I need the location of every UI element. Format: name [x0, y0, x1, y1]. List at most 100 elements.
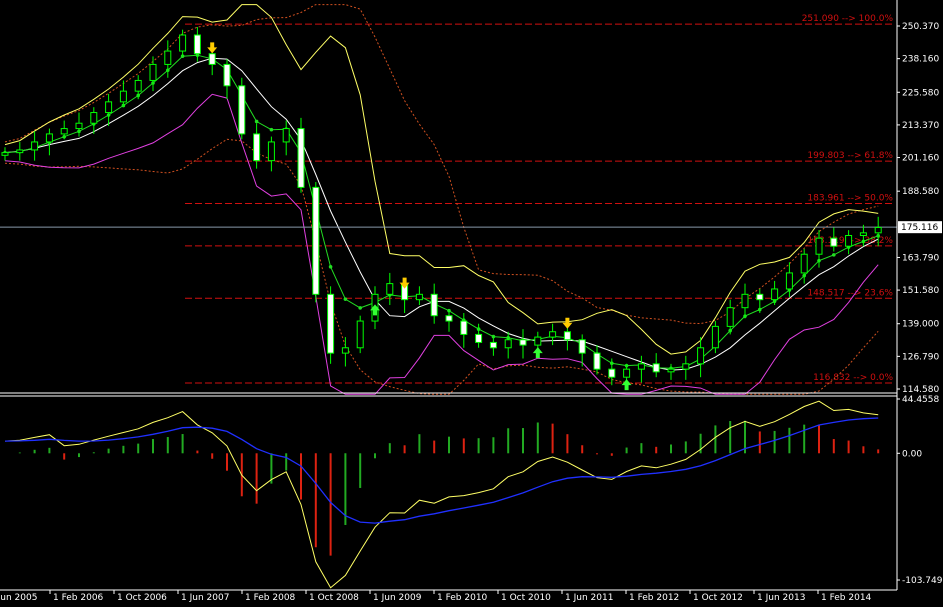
- price-tick-label: 238.160: [902, 55, 939, 65]
- candle-body: [697, 347, 705, 365]
- candle-body: [119, 90, 127, 103]
- price-tick-label: 151.580: [902, 286, 939, 296]
- candle-body: [608, 368, 616, 378]
- candle-body: [578, 339, 586, 354]
- sell-arrow-icon: [562, 317, 573, 329]
- bollinger-lower: [4, 93, 879, 395]
- candle-body: [756, 293, 764, 301]
- candle-body: [164, 50, 172, 65]
- candle-body: [711, 325, 719, 349]
- buy-arrow-icon: [532, 347, 543, 359]
- price-tick-label: 250.370: [902, 22, 939, 32]
- buy-arrow-icon: [621, 379, 632, 391]
- oscillator-panel: [4, 400, 880, 589]
- candle-body: [105, 101, 113, 114]
- candle-body: [845, 235, 853, 247]
- candle-body: [475, 333, 483, 343]
- time-tick-label: 1 Oct 2010: [501, 593, 551, 603]
- candle-body: [637, 363, 645, 370]
- candle-body: [179, 34, 187, 52]
- candle-body: [341, 347, 349, 354]
- time-tick-label: 1 Jun 2011: [565, 593, 613, 603]
- price-tick-label: 188.580: [902, 187, 939, 197]
- price-tick-label: 225.580: [902, 88, 939, 98]
- time-tick-label: 1 Feb 2010: [437, 593, 488, 603]
- candle-body: [282, 128, 290, 143]
- time-tick-label: 1 Jun 2005: [0, 593, 37, 603]
- candle-body: [623, 368, 631, 378]
- time-tick-label: 1 Feb 2006: [53, 593, 104, 603]
- candle-body: [75, 122, 83, 130]
- envelope-lower: [4, 138, 879, 395]
- time-tick-label: 1 Feb 2008: [245, 593, 296, 603]
- candle-body: [60, 128, 68, 135]
- candle-body: [726, 307, 734, 327]
- candle-body: [741, 293, 749, 309]
- candle-body: [1, 152, 9, 156]
- moving-average: [4, 57, 879, 371]
- candle-body: [682, 363, 690, 370]
- price-chart[interactable]: 251.090 --> 100.0% 199.803 --> 61.8% 183.9…: [0, 0, 943, 607]
- candle-body: [149, 63, 157, 81]
- candle-body: [489, 341, 497, 349]
- candle-body: [830, 237, 838, 247]
- candle-body: [534, 336, 542, 346]
- time-tick-label: 1 Jun 2007: [181, 593, 229, 603]
- fast-ma-line: [4, 54, 879, 369]
- time-tick-label: 1 Oct 2006: [117, 593, 167, 603]
- chart-window[interactable]: 251.090 --> 100.0% 199.803 --> 61.8% 183.9…: [0, 0, 943, 607]
- time-tick-label: 1 Jun 2009: [373, 593, 422, 603]
- sell-arrow-icon: [207, 42, 218, 54]
- candle-body: [504, 339, 512, 349]
- candle-body: [785, 272, 793, 290]
- time-tick-label: 1 Feb 2012: [629, 593, 679, 603]
- fast-ma-dot: [328, 264, 333, 269]
- candle-body: [563, 331, 571, 341]
- candle-body: [312, 186, 320, 295]
- candle-body: [445, 315, 453, 322]
- osc-tick-label: -103.7492: [902, 576, 943, 586]
- fib-level-label: 116.832 --> 0.0%: [813, 373, 893, 383]
- candle-body: [45, 133, 53, 143]
- candle-body: [327, 293, 335, 354]
- candle-body: [16, 149, 24, 154]
- candle-body: [193, 34, 201, 55]
- candle-body: [430, 293, 438, 317]
- fib-level-label: 183.961 --> 50.0%: [807, 194, 893, 204]
- candle-body: [874, 226, 882, 234]
- oscillator-fast-line: [4, 400, 879, 589]
- candle-body: [208, 53, 216, 65]
- candle-body: [460, 320, 468, 335]
- candle-body: [800, 253, 808, 274]
- fast-ma-dot: [269, 127, 274, 132]
- price-tick-label: 139.000: [902, 320, 939, 330]
- candle-body: [134, 79, 142, 92]
- candle-body: [238, 85, 246, 135]
- candle-body: [90, 112, 98, 124]
- osc-tick-label: 0.00: [902, 449, 922, 459]
- fast-ma-dot: [254, 119, 259, 124]
- candle-body: [652, 363, 660, 373]
- candle-body: [297, 128, 305, 188]
- price-tick-label: 213.370: [902, 121, 939, 131]
- time-tick-label: 1 Oct 2012: [693, 593, 743, 603]
- candle-body: [519, 339, 527, 346]
- candle-body: [386, 283, 394, 295]
- candle-body: [593, 352, 601, 370]
- candle-body: [31, 141, 39, 151]
- price-tick-label: 163.790: [902, 253, 939, 263]
- price-tick-label: 201.160: [902, 154, 939, 164]
- time-tick-label: 1 Jun 2013: [757, 593, 805, 603]
- price-tick-label: 126.790: [902, 352, 939, 362]
- fast-ma-dot: [358, 306, 363, 310]
- envelope-upper: [4, 4, 879, 325]
- price-tick-label: 114.580: [902, 385, 939, 395]
- candle-body: [771, 288, 779, 301]
- candle-body: [223, 63, 231, 87]
- fib-level-label: 148.517 --> 23.6%: [807, 288, 893, 298]
- osc-tick-label: 44.4558: [902, 395, 939, 405]
- fast-ma-dot: [832, 253, 836, 257]
- time-tick-label: 1 Oct 2008: [309, 593, 359, 603]
- candle-body: [667, 368, 675, 373]
- fib-level-label: 251.090 --> 100.0%: [802, 14, 894, 24]
